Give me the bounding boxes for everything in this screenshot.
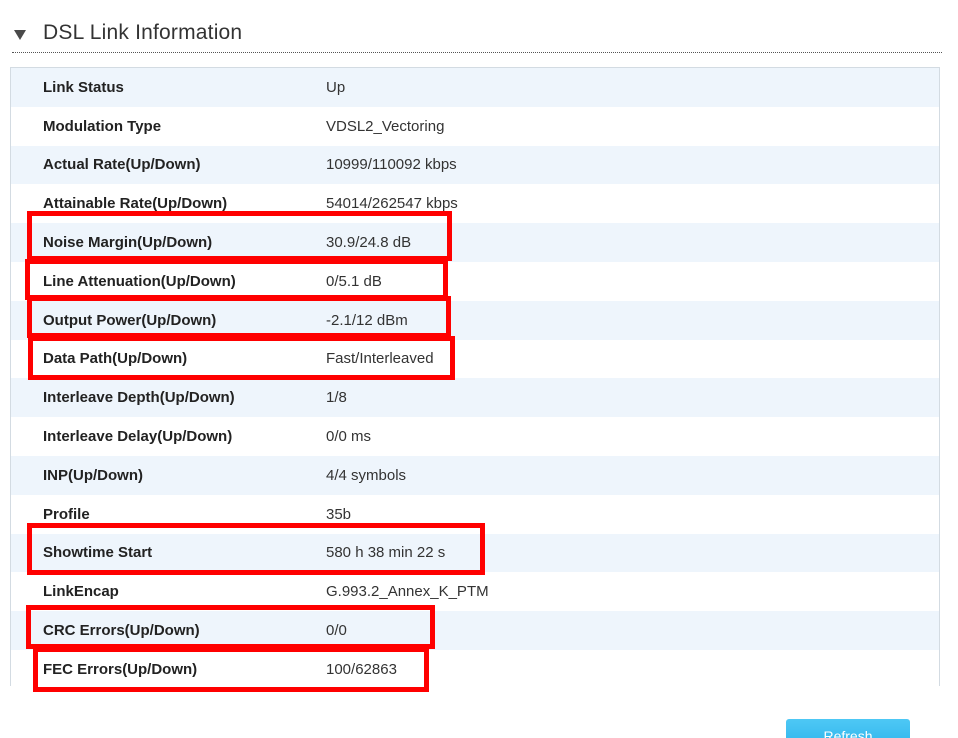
- page: DSL Link Information Link Status Up Modu…: [0, 0, 958, 738]
- row-label: Profile: [43, 505, 90, 523]
- row-label: Attainable Rate(Up/Down): [43, 195, 228, 213]
- table-row: Data Path(Up/Down) Fast/Interleaved: [11, 339, 939, 379]
- row-value: G.993.2_Annex_K_PTM: [326, 583, 489, 601]
- row-label: Line Attenuation(Up/Down): [43, 272, 236, 290]
- table-row: LinkEncap G.993.2_Annex_K_PTM: [11, 572, 939, 612]
- row-value: 580 h 38 min 22 s: [326, 544, 446, 562]
- row-label: Noise Margin(Up/Down): [43, 234, 213, 252]
- section-title: DSL Link Information: [43, 21, 243, 44]
- row-label: Output Power(Up/Down): [43, 311, 217, 329]
- table-row: Attainable Rate(Up/Down) 54014/262547 kb…: [11, 184, 939, 224]
- row-label: Link Status: [43, 78, 124, 96]
- row-label: INP(Up/Down): [43, 466, 143, 484]
- row-label: Interleave Delay(Up/Down): [43, 428, 233, 446]
- row-label: Data Path(Up/Down): [43, 350, 188, 368]
- table-row: Noise Margin(Up/Down) 30.9/24.8 dB: [11, 223, 939, 262]
- row-label: FEC Errors(Up/Down): [43, 660, 198, 678]
- table-row: Link Status Up: [11, 68, 939, 107]
- table-row: Profile 35b: [11, 494, 939, 534]
- row-value: 1/8: [326, 389, 347, 407]
- row-value: Up: [326, 78, 346, 96]
- row-label: Actual Rate(Up/Down): [43, 156, 201, 174]
- row-value: 0/5.1 dB: [326, 272, 382, 290]
- row-value: 4/4 symbols: [326, 466, 407, 484]
- row-value: 0/0: [326, 622, 347, 640]
- row-value: 10999/110092 kbps: [326, 156, 457, 174]
- row-value: VDSL2_Vectoring: [326, 117, 445, 135]
- table-row: CRC Errors(Up/Down) 0/0: [11, 611, 939, 650]
- row-label: Modulation Type: [43, 117, 162, 135]
- row-label: CRC Errors(Up/Down): [43, 622, 200, 640]
- refresh-button[interactable]: Refresh: [786, 719, 910, 738]
- table-row: Actual Rate(Up/Down) 10999/110092 kbps: [11, 145, 939, 185]
- table-row: Line Attenuation(Up/Down) 0/5.1 dB: [11, 261, 939, 301]
- table-row: FEC Errors(Up/Down) 100/62863: [11, 649, 939, 689]
- table-row: Interleave Depth(Up/Down) 1/8: [11, 378, 939, 418]
- row-value: 35b: [326, 505, 352, 523]
- row-label: LinkEncap: [43, 583, 119, 601]
- table-row: Output Power(Up/Down) -2.1/12 dBm: [11, 300, 939, 340]
- table-row: INP(Up/Down) 4/4 symbols: [11, 455, 939, 495]
- row-value: -2.1/12 dBm: [326, 311, 408, 329]
- dsl-info-table: Link Status Up Modulation Type VDSL2_Vec…: [10, 67, 940, 689]
- table-row: Interleave Delay(Up/Down) 0/0 ms: [11, 417, 939, 456]
- row-label: Interleave Depth(Up/Down): [43, 389, 235, 407]
- row-value: 30.9/24.8 dB: [326, 234, 412, 252]
- collapse-arrow-icon[interactable]: [14, 29, 26, 40]
- row-value: Fast/Interleaved: [326, 350, 434, 368]
- table-row: Showtime Start 580 h 38 min 22 s: [11, 533, 939, 573]
- section-header[interactable]: DSL Link Information: [12, 14, 942, 53]
- row-label: Showtime Start: [43, 544, 153, 562]
- row-value: 100/62863: [326, 660, 397, 678]
- table-row: Modulation Type VDSL2_Vectoring: [11, 106, 939, 146]
- row-value: 0/0 ms: [326, 428, 372, 446]
- row-value: 54014/262547 kbps: [326, 195, 458, 213]
